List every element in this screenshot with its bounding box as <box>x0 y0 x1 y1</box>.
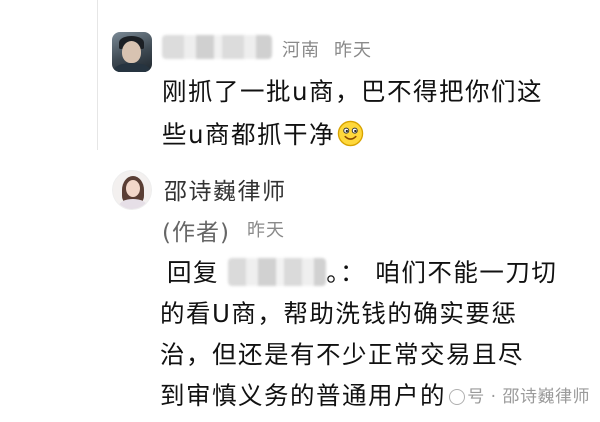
reply-prefix: 回复 <box>167 258 219 287</box>
comment-location: 河南 <box>282 40 320 61</box>
comment-line-1: 刚抓了一批u商，巴不得把你们这 <box>162 77 544 106</box>
watermark-label: 号 · 邵诗巍律师 <box>467 387 590 407</box>
blurred-mention <box>228 258 327 286</box>
reply-line-1-rest: 咱们不能一刀切 <box>366 258 558 287</box>
user-avatar[interactable] <box>112 32 152 72</box>
comment-time: 昨天 <box>334 40 372 61</box>
watermark: 号 · 邵诗巍律师 <box>449 382 590 407</box>
watermark-logo-icon <box>449 389 466 405</box>
author-name[interactable]: 邵诗巍律师 <box>164 172 287 206</box>
reply-time: 昨天 <box>247 220 285 241</box>
blurred-username <box>162 35 272 59</box>
comment-line-2-text: 些u商都抓干净 <box>162 120 336 149</box>
reply-suffix: 。： <box>326 258 367 287</box>
author-avatar[interactable] <box>112 170 152 210</box>
comment-meta: 河南 昨天 <box>282 36 386 62</box>
smile-emoji-icon <box>337 120 364 147</box>
reply-line-2: 的看U商，帮助洗钱的确实要惩 <box>160 299 518 328</box>
author-badge: (作者) <box>162 220 230 246</box>
thread-divider <box>97 0 98 150</box>
reply-line-1: 回复 。： 咱们不能一刀切 <box>167 252 567 293</box>
comment-line-2: 些u商都抓干净 <box>162 113 522 156</box>
reply-line-3: 治，但还是有不少正常交易且尽 <box>160 340 524 369</box>
comment-text: 刚抓了一批u商，巴不得把你们这 些u商都抓干净 <box>162 70 544 156</box>
